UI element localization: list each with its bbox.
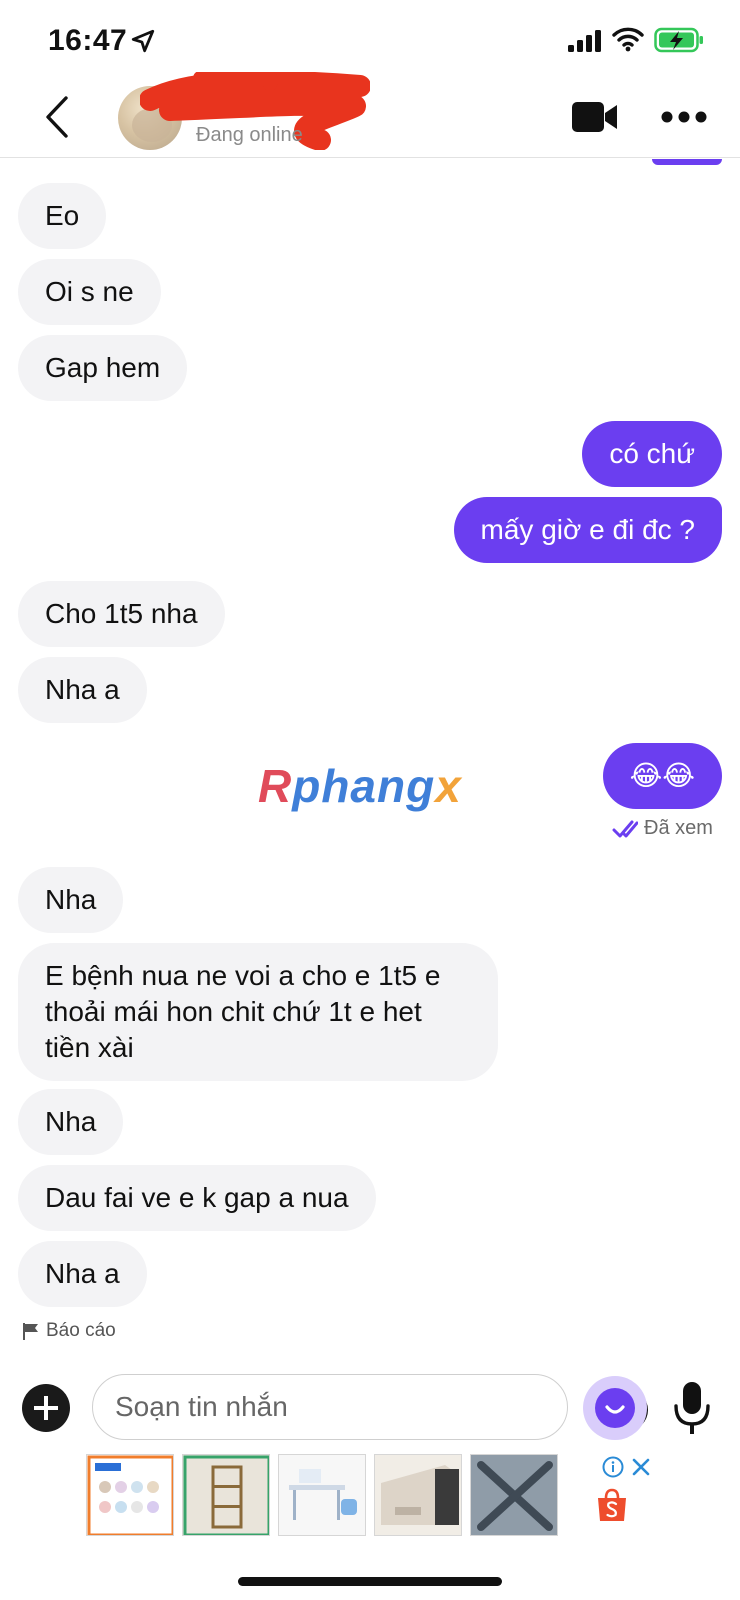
double-check-icon <box>612 820 638 837</box>
report-link[interactable]: Báo cáo <box>22 1319 116 1343</box>
video-camera-icon[interactable] <box>572 102 618 132</box>
message-incoming[interactable]: Dau fai ve e k gap a nua <box>18 1165 376 1231</box>
message-incoming[interactable]: E bệnh nua ne voi a cho e 1t5 e thoải má… <box>18 943 498 1081</box>
ad-info-icon[interactable] <box>602 1456 624 1478</box>
message-incoming[interactable]: Nha <box>18 867 124 933</box>
assistant-bot-icon[interactable] <box>583 1376 647 1440</box>
message-outgoing-emoji[interactable]: 😂😂 <box>602 743 722 809</box>
ad-product-thumbnail[interactable] <box>86 1454 174 1536</box>
contact-status: Đang online <box>196 124 303 146</box>
status-bar: 16:47 <box>0 0 740 80</box>
more-dots-icon[interactable] <box>660 108 708 126</box>
battery-charging-icon <box>654 27 703 53</box>
ad-product-thumbnail[interactable] <box>470 1454 558 1536</box>
location-arrow-icon <box>131 29 155 53</box>
message-incoming[interactable]: Nha a <box>18 1241 147 1307</box>
status-time: 16:47 <box>48 24 128 57</box>
shopee-bag-icon[interactable] <box>596 1488 628 1522</box>
seen-receipt: Đã xem <box>612 817 713 840</box>
ad-close-icon[interactable] <box>630 1456 652 1478</box>
plus-icon[interactable] <box>22 1384 70 1432</box>
ad-product-thumbnail[interactable] <box>278 1454 366 1536</box>
message-input[interactable]: Soạn tin nhắn <box>92 1374 648 1440</box>
message-incoming[interactable]: Oi s ne <box>18 259 161 325</box>
message-outgoing[interactable]: có chứ <box>582 421 722 487</box>
message-incoming[interactable]: Gap hem <box>18 335 188 401</box>
wifi-icon <box>612 27 644 52</box>
message-composer: Soạn tin nhắn <box>0 1370 740 1450</box>
ad-product-thumbnail[interactable] <box>374 1454 462 1536</box>
message-incoming[interactable]: Eo <box>18 183 107 249</box>
watermark-logo: Rphangx <box>258 760 462 812</box>
home-indicator[interactable] <box>238 1577 502 1586</box>
ad-banner[interactable] <box>86 1454 658 1538</box>
message-incoming[interactable]: Nha <box>18 1089 124 1155</box>
message-incoming[interactable]: Cho 1t5 nha <box>18 581 225 647</box>
message-list[interactable]: Eo Oi s ne Gap hem có chứ mấy giờ e đi đ… <box>0 159 740 1359</box>
previous-outgoing-bubble-edge <box>652 159 722 165</box>
cellular-signal-icon <box>568 30 601 52</box>
flag-icon <box>23 1323 38 1340</box>
message-incoming[interactable]: Nha a <box>18 657 147 723</box>
chat-header: Đang online <box>0 72 740 158</box>
seen-label: Đã xem <box>644 817 713 839</box>
report-label[interactable]: Báo cáo <box>46 1320 116 1342</box>
message-outgoing[interactable]: mấy giờ e đi đc ? <box>453 497 722 563</box>
message-input-placeholder: Soạn tin nhắn <box>115 1391 288 1422</box>
back-chevron-icon[interactable] <box>38 92 78 142</box>
microphone-icon[interactable] <box>672 1380 712 1436</box>
ad-product-thumbnail[interactable] <box>182 1454 270 1536</box>
